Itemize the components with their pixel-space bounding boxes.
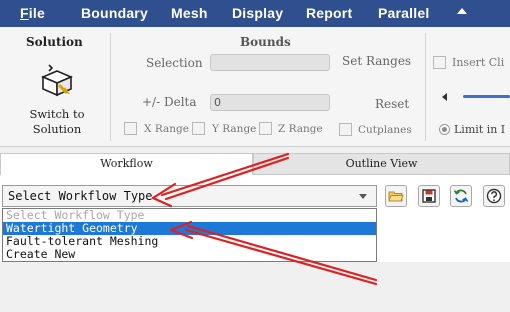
cutplanes-label: Cutplanes bbox=[358, 124, 412, 136]
cutplanes-checkbox[interactable] bbox=[339, 123, 352, 136]
chevron-down-icon bbox=[359, 194, 367, 199]
y-range-label: Y Range bbox=[212, 123, 257, 135]
refresh-button[interactable] bbox=[450, 185, 472, 207]
set-ranges-button[interactable]: Set Ranges bbox=[342, 54, 411, 68]
refresh-icon bbox=[453, 189, 469, 203]
ribbon-divider bbox=[110, 33, 111, 141]
bounds-group-title: Bounds bbox=[240, 35, 291, 49]
collapse-ribbon-icon[interactable] bbox=[457, 8, 467, 14]
help-icon bbox=[486, 188, 502, 204]
x-range-checkbox[interactable] bbox=[124, 122, 137, 135]
insert-clip-label: Insert Cli bbox=[452, 56, 505, 69]
z-range-checkbox[interactable] bbox=[259, 122, 272, 135]
dropdown-option-create-new[interactable]: Create New bbox=[3, 248, 376, 261]
switch-to-solution-icon[interactable] bbox=[39, 63, 75, 99]
workflow-type-dropdown: Select Workflow Type Watertight Geometry… bbox=[2, 208, 377, 262]
workflow-type-select[interactable]: Select Workflow Type bbox=[2, 185, 377, 207]
open-folder-button[interactable] bbox=[385, 185, 407, 207]
workflow-type-value: Select Workflow Type bbox=[8, 189, 153, 203]
menu-display[interactable]: Display bbox=[232, 5, 283, 21]
y-range-checkbox[interactable] bbox=[192, 122, 205, 135]
selection-label: Selection bbox=[146, 56, 203, 70]
z-range-label: Z Range bbox=[278, 123, 323, 135]
menu-file[interactable]: File bbox=[20, 5, 45, 21]
tab-outline-view[interactable]: Outline View bbox=[253, 153, 510, 175]
save-button[interactable] bbox=[418, 185, 440, 207]
menu-bar: File Boundary Mesh Display Report Parall… bbox=[0, 0, 510, 27]
insert-clip-checkbox[interactable] bbox=[433, 56, 446, 69]
menu-parallel[interactable]: Parallel bbox=[378, 5, 429, 21]
switch-to-solution-button[interactable]: Switch to Solution bbox=[14, 107, 100, 137]
selection-field[interactable] bbox=[210, 54, 330, 71]
menu-boundary[interactable]: Boundary bbox=[81, 5, 148, 21]
switch-label-line2: Solution bbox=[32, 122, 82, 136]
x-range-label: X Range bbox=[144, 123, 189, 135]
slider-left-arrow-icon[interactable] bbox=[442, 93, 447, 101]
ribbon-divider bbox=[425, 33, 426, 141]
switch-label-line1: Switch to bbox=[29, 107, 85, 121]
menu-mesh[interactable]: Mesh bbox=[171, 5, 208, 21]
tab-workflow[interactable]: Workflow bbox=[0, 153, 253, 175]
menu-file-mnemonic: F bbox=[20, 5, 29, 21]
limit-label: Limit in I bbox=[454, 123, 506, 136]
delta-field[interactable]: 0 bbox=[210, 94, 330, 111]
solution-group-title: Solution bbox=[26, 35, 83, 49]
help-button[interactable] bbox=[483, 185, 505, 207]
menu-file-rest: ile bbox=[28, 5, 45, 21]
save-icon bbox=[422, 189, 436, 203]
reset-button[interactable]: Reset bbox=[375, 97, 409, 111]
clip-slider[interactable] bbox=[463, 95, 510, 98]
limit-radio[interactable] bbox=[439, 124, 450, 135]
workflow-empty-area bbox=[0, 262, 510, 312]
delta-label: +/- Delta bbox=[142, 95, 197, 109]
menu-report[interactable]: Report bbox=[306, 5, 352, 21]
ribbon: Solution Switch to Solution Bounds Selec… bbox=[0, 27, 510, 147]
open-folder-icon bbox=[388, 191, 404, 202]
